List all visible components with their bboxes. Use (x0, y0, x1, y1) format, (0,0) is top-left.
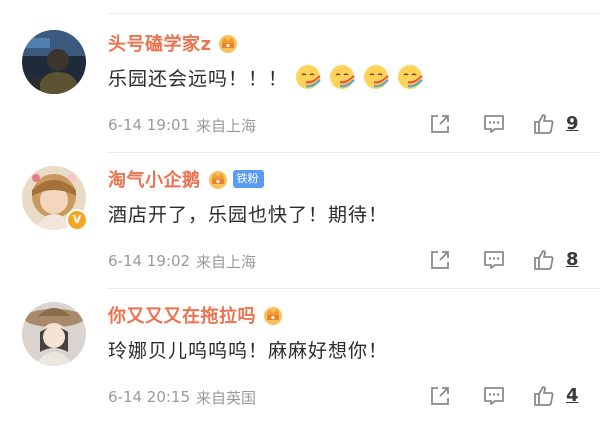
like-count[interactable]: 9 (566, 110, 579, 138)
rainbow-emoji-icon (294, 63, 322, 91)
comment-text: 酒店开了，乐园也快了！期待！ (108, 203, 389, 226)
divider (108, 288, 600, 289)
timestamp: 6-14 20:15 (108, 388, 191, 406)
share-icon[interactable] (428, 248, 452, 272)
comment-text-row: 酒店开了，乐园也快了！期待！ (108, 199, 388, 227)
comment-icon[interactable] (482, 384, 506, 408)
meta-row: 6-14 19:01 来自上海 (108, 114, 256, 136)
rainbow-emoji-icon (362, 63, 390, 91)
comment-icon[interactable] (482, 112, 506, 136)
comment-item: 你又又又在拖拉吗 玲娜贝儿呜呜呜！麻麻好想你！ 6-14 20:15 来自英国 … (0, 302, 600, 437)
comment-icon[interactable] (482, 248, 506, 272)
crown-icon (207, 168, 229, 190)
crown-icon (217, 32, 239, 54)
share-icon[interactable] (428, 384, 452, 408)
comment-item: 头号磕学家z 乐园还会远吗！！！ 6-14 19:01 来自上海 9 (0, 30, 600, 165)
name-row: 头号磕学家z (108, 30, 239, 56)
username[interactable]: 淘气小企鹅 (108, 166, 201, 192)
name-row: 你又又又在拖拉吗 (108, 302, 284, 328)
avatar[interactable] (22, 30, 86, 94)
meta-row: 6-14 20:15 来自英国 (108, 386, 256, 408)
comment-item: V 淘气小企鹅 铁粉 酒店开了，乐园也快了！期待！ 6-14 19:02 来自上… (0, 166, 600, 301)
crown-icon (262, 304, 284, 326)
thumbs-up-icon[interactable] (532, 248, 556, 272)
like-count[interactable]: 4 (566, 382, 579, 410)
comment-text-row: 乐园还会远吗！！！ (108, 63, 424, 91)
verified-badge: V (66, 209, 88, 231)
rainbow-emoji-icon (328, 63, 356, 91)
top-divider (108, 13, 600, 14)
timestamp: 6-14 19:01 (108, 116, 191, 134)
location: 来自英国 (196, 388, 257, 407)
share-icon[interactable] (428, 112, 452, 136)
comment-text: 乐园还会远吗！！！ (108, 67, 289, 90)
location: 来自上海 (196, 116, 257, 135)
meta-row: 6-14 19:02 来自上海 (108, 250, 256, 272)
name-row: 淘气小企鹅 铁粉 (108, 166, 264, 192)
username[interactable]: 头号磕学家z (108, 30, 211, 56)
thumbs-up-icon[interactable] (532, 384, 556, 408)
fan-badge: 铁粉 (232, 170, 264, 188)
location: 来自上海 (196, 252, 257, 271)
timestamp: 6-14 19:02 (108, 252, 191, 270)
divider (108, 152, 600, 153)
avatar[interactable] (22, 302, 86, 366)
comment-text: 玲娜贝儿呜呜呜！麻麻好想你！ (108, 339, 389, 362)
username[interactable]: 你又又又在拖拉吗 (108, 302, 256, 328)
comment-text-row: 玲娜贝儿呜呜呜！麻麻好想你！ (108, 335, 388, 363)
rainbow-emoji-icon (396, 63, 424, 91)
like-count[interactable]: 8 (566, 246, 579, 274)
thumbs-up-icon[interactable] (532, 112, 556, 136)
